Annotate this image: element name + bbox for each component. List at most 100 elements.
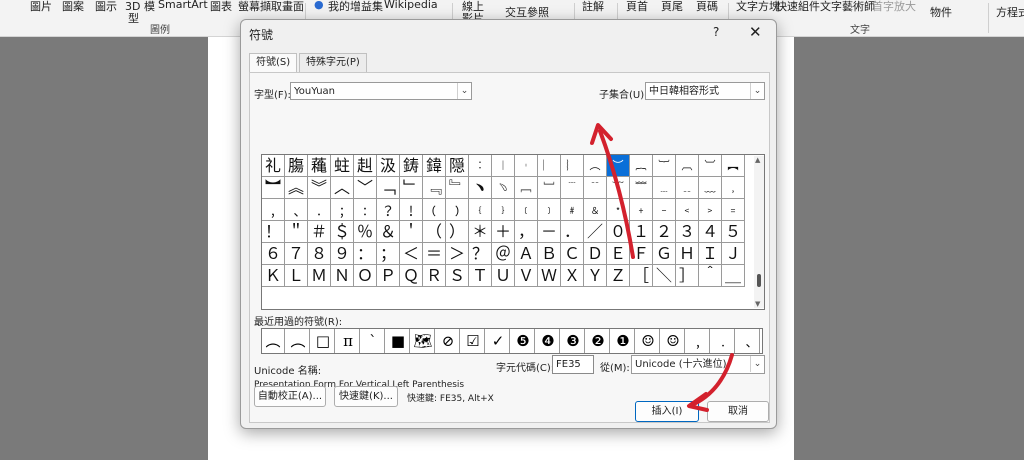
- symbol-cell[interactable]: ．: [561, 221, 584, 243]
- symbol-cell[interactable]: ﹑: [285, 199, 308, 221]
- symbol-cell[interactable]: ︽: [285, 177, 308, 199]
- symbol-cell[interactable]: ﹍: [653, 177, 676, 199]
- ribbon-header[interactable]: 頁首: [626, 0, 648, 14]
- scroll-up-icon[interactable]: ▲: [755, 156, 760, 164]
- symbol-cell[interactable]: Ｐ: [377, 265, 400, 287]
- ribbon-cross-reference[interactable]: 交互參照: [505, 4, 549, 20]
- symbol-cell[interactable]: ﹅: [469, 177, 492, 199]
- recent-symbol-cell[interactable]: ❷: [587, 329, 610, 353]
- close-button[interactable]: ✕: [749, 23, 762, 41]
- autocorrect-button[interactable]: 自動校正(A)...: [254, 386, 326, 407]
- symbol-cell[interactable]: Ｖ: [515, 265, 538, 287]
- symbol-grid[interactable]: ＿ ＾ ］ ＼ ［ Ｚ Ｙ Ｘ Ｗ Ｖ Ｕ Ｔ Ｓ Ｒ Ｑ Ｐ Ｏ Ｎ Ｍ Ｌ Ｋ Ｊ Ｉ Ｈ Ｇ Ｆ Ｅ Ｄ Ｃ Ｂ Ａ ＠？＞＝＜；： ９ ８…: [261, 154, 765, 310]
- symbol-cell[interactable]: ＝: [423, 243, 446, 265]
- shortcut-key-button[interactable]: 快速鍵(K)...: [334, 386, 398, 407]
- symbol-cell[interactable]: ﹝: [515, 199, 538, 221]
- recent-symbol-cell[interactable]: ❹: [537, 329, 560, 353]
- symbol-cell[interactable]: ︴: [561, 155, 584, 177]
- symbol-grid-scrollbar[interactable]: ▲ ▼: [754, 156, 764, 308]
- symbol-cell[interactable]: ＃: [308, 221, 331, 243]
- symbol-cell[interactable]: ﹄: [446, 177, 469, 199]
- symbol-cell[interactable]: ﹃: [423, 177, 446, 199]
- symbol-cell[interactable]: ］: [676, 265, 699, 287]
- symbol-cell[interactable]: Ｇ: [653, 243, 676, 265]
- ribbon-my-addins[interactable]: 我的增益集: [328, 0, 383, 14]
- recent-symbol-cell[interactable]: □: [312, 329, 335, 353]
- symbol-cell[interactable]: ［: [630, 265, 653, 287]
- ribbon-equation[interactable]: 方程式: [996, 4, 1024, 20]
- symbol-cell[interactable]: －: [538, 221, 561, 243]
- symbol-cell[interactable]: Ｙ: [584, 265, 607, 287]
- symbol-cell[interactable]: ︵: [584, 155, 607, 177]
- recent-symbol-cell[interactable]: ❶: [612, 329, 635, 353]
- symbol-cell[interactable]: Ｗ: [538, 265, 561, 287]
- ribbon-wikipedia[interactable]: Wikipedia: [384, 0, 438, 11]
- recent-symbol-cell[interactable]: ︵: [287, 329, 310, 353]
- symbol-cell[interactable]: ＾: [699, 265, 722, 287]
- symbol-cell[interactable]: ＠: [492, 243, 515, 265]
- symbol-cell[interactable]: ０: [607, 221, 630, 243]
- symbol-cell[interactable]: ＆: [377, 221, 400, 243]
- symbol-cell[interactable]: Ｑ: [400, 265, 423, 287]
- symbol-cell[interactable]: ？: [469, 243, 492, 265]
- symbol-cell[interactable]: Ｃ: [561, 243, 584, 265]
- symbol-cell[interactable]: ﹡: [607, 199, 630, 221]
- symbol-cell[interactable]: ﹥: [699, 199, 722, 221]
- symbol-cell[interactable]: ﹇: [515, 177, 538, 199]
- recent-symbol-cell[interactable]: ■: [387, 329, 410, 353]
- symbol-cell[interactable]: ︺: [699, 155, 722, 177]
- symbol-cell[interactable]: Ｓ: [446, 265, 469, 287]
- recent-symbol-cell[interactable]: π: [337, 329, 360, 353]
- ribbon-comment[interactable]: 註解: [582, 0, 604, 14]
- symbol-cell[interactable]: 赳: [354, 155, 377, 177]
- symbol-cell[interactable]: ﹏: [699, 177, 722, 199]
- from-select[interactable]: Unicode (十六進位) ⌄: [631, 355, 765, 374]
- ribbon-page-number[interactable]: 頁碼: [696, 0, 718, 14]
- symbol-cell[interactable]: ︾: [308, 177, 331, 199]
- cancel-button[interactable]: 取消: [707, 401, 769, 422]
- symbol-cell[interactable]: Ｎ: [331, 265, 354, 287]
- ribbon-icons[interactable]: 圖示: [95, 0, 117, 14]
- tab-special-characters[interactable]: 特殊字元(P): [299, 53, 367, 72]
- symbol-cell[interactable]: 膓: [285, 155, 308, 177]
- symbol-cell[interactable]: ＋: [492, 221, 515, 243]
- symbol-cell[interactable]: Ｚ: [607, 265, 630, 287]
- recent-symbol-cell[interactable]: `: [362, 329, 385, 353]
- symbol-cell[interactable]: ﹣: [653, 199, 676, 221]
- symbol-cell[interactable]: ﹟: [561, 199, 584, 221]
- recent-symbol-cell[interactable]: ﹑: [737, 329, 760, 353]
- symbol-cell[interactable]: Ｆ: [630, 243, 653, 265]
- symbol-cell[interactable]: ﹀: [354, 177, 377, 199]
- symbol-cell[interactable]: ３: [676, 221, 699, 243]
- recent-symbol-cell[interactable]: ﹒: [712, 329, 735, 353]
- symbol-cell[interactable]: ︱: [492, 155, 515, 177]
- symbol-cell[interactable]: ，: [515, 221, 538, 243]
- ribbon-drop-cap[interactable]: 首字放大: [872, 0, 916, 14]
- symbol-cell[interactable]: ＇: [400, 221, 423, 243]
- symbol-cell[interactable]: ﹌: [630, 177, 653, 199]
- symbol-cell[interactable]: Ｈ: [676, 243, 699, 265]
- symbol-cell[interactable]: ﹉: [561, 177, 584, 199]
- symbol-cell[interactable]: ﹙: [423, 199, 446, 221]
- symbol-cell[interactable]: ︷: [630, 155, 653, 177]
- ribbon-screenshot[interactable]: 螢幕擷取畫面: [238, 0, 304, 14]
- symbol-cell[interactable]: ﹠: [584, 199, 607, 221]
- symbol-cell[interactable]: ﹤: [676, 199, 699, 221]
- symbol-cell[interactable]: 汲: [377, 155, 400, 177]
- subset-select[interactable]: 中日韓相容形式 ⌄: [645, 82, 765, 100]
- char-code-input[interactable]: FE35: [552, 355, 594, 374]
- symbol-cell[interactable]: ︰: [469, 155, 492, 177]
- symbol-cell[interactable]: 蛀: [331, 155, 354, 177]
- symbol-cell[interactable]: ﹎: [676, 177, 699, 199]
- symbol-cell[interactable]: ﹔: [331, 199, 354, 221]
- symbol-cell[interactable]: 鋳: [400, 155, 423, 177]
- recent-symbol-cell[interactable]: ✓: [487, 329, 510, 353]
- ribbon-3d-models-sub[interactable]: 型: [128, 10, 139, 26]
- ribbon-quick-parts[interactable]: 快速組件: [776, 0, 820, 14]
- symbol-cell[interactable]: Ｅ: [607, 243, 630, 265]
- symbol-cell[interactable]: ＿: [722, 265, 745, 287]
- symbol-cell[interactable]: ﹦: [722, 199, 745, 221]
- recent-symbol-cell[interactable]: ☺: [637, 329, 660, 353]
- symbol-cell[interactable]: ＼: [653, 265, 676, 287]
- ribbon-chart[interactable]: 圖表: [210, 0, 232, 14]
